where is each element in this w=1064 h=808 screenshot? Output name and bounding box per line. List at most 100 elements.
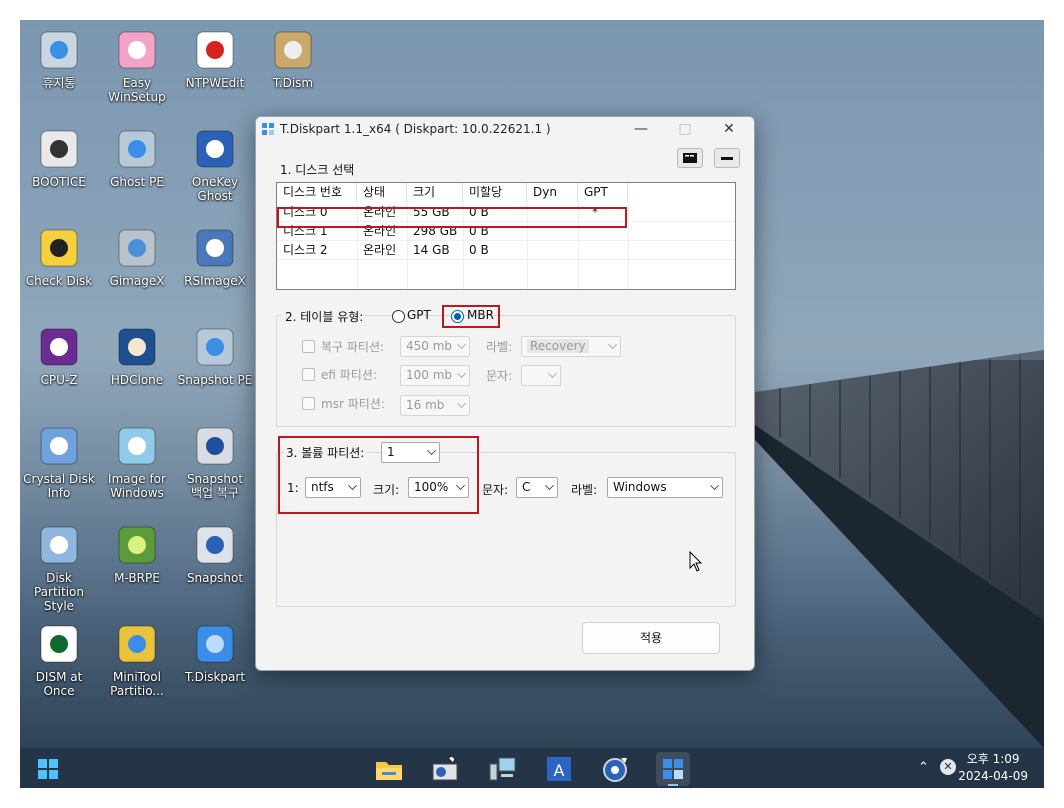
desktop-icon-label: 휴지통 [42, 76, 76, 90]
collapse-button[interactable] [714, 148, 740, 168]
t-diskpart-icon [663, 759, 683, 786]
start-icon [38, 759, 58, 779]
desktop-icon-label: NTPWEdit [185, 76, 245, 90]
desktop-icon[interactable]: Ghost PE [98, 125, 176, 189]
taskbar-a-editor[interactable]: A [542, 752, 576, 786]
efi-size-select[interactable]: 100 mb [400, 365, 470, 386]
desktop-icon[interactable]: DISM at Once [20, 620, 98, 698]
taskbar-onekey-ghost[interactable] [599, 752, 633, 786]
image-for-windows-icon [489, 757, 516, 781]
minimize-button[interactable]: — [619, 117, 663, 143]
desktop-icon[interactable]: BOOTICE [20, 125, 98, 189]
desktop-icon[interactable]: CPU-Z [20, 323, 98, 387]
start-button[interactable] [31, 752, 65, 786]
desktop-icon[interactable]: Snapshot PE [176, 323, 254, 387]
desktop-icon[interactable]: MiniTool Partitio... [98, 620, 176, 698]
msr-size-select[interactable]: 16 mb [400, 395, 470, 416]
apply-button[interactable]: 적용 [582, 622, 720, 654]
recovery-size-select[interactable]: 450 mb [400, 336, 470, 357]
window-title: T.Diskpart 1.1_x64 ( Diskpart: 10.0.2262… [280, 122, 551, 136]
efi-letter-select[interactable] [521, 365, 561, 386]
efi-letter-caption: 문자: [486, 369, 513, 383]
desktop-icon-label: Check Disk [25, 274, 93, 288]
column-header[interactable]: GPT [578, 183, 628, 202]
desktop-icon-label: Image for Windows [108, 472, 166, 500]
clock-date: 2024-04-09 [958, 769, 1028, 783]
disk-cell: 14 GB [413, 243, 450, 257]
section-disk-select: 1. 디스크 선택 [280, 163, 355, 177]
desktop-icon[interactable]: 휴지통 [20, 26, 98, 90]
taskbar-file-explorer[interactable] [372, 752, 406, 786]
msr-size-value: 16 mb [406, 398, 445, 412]
nt-key-icon [196, 31, 234, 69]
gpt-radio[interactable] [392, 310, 405, 323]
drive-letter-select[interactable]: C [516, 477, 558, 498]
desktop-icon-label: BOOTICE [32, 175, 86, 189]
highlight-disk0 [277, 207, 627, 228]
console-button[interactable] [677, 148, 703, 168]
drive-clock-icon [196, 328, 234, 366]
tray-network-off-icon[interactable]: ✕ [940, 759, 956, 775]
snapshot-icon [432, 755, 458, 781]
maximize-button[interactable]: □ [663, 117, 707, 143]
column-header[interactable]: Dyn [527, 183, 578, 202]
volume-label-select[interactable]: Windows [607, 477, 723, 498]
tiles-icon [196, 625, 234, 663]
disk-list-header: 디스크 번호 상태 크기 미할당 Dyn GPT [277, 183, 735, 202]
desktop-icon[interactable]: Crystal Disk Info [20, 422, 98, 500]
desktop-icon[interactable]: Image for Windows [98, 422, 176, 500]
desktop-icon[interactable]: Snapshot [176, 521, 254, 585]
desktop-icon[interactable]: Check Disk [20, 224, 98, 288]
efi-checkbox[interactable] [302, 368, 315, 381]
desktop-icon-label: HDClone [110, 373, 164, 387]
column-header[interactable]: 디스크 번호 [277, 183, 357, 202]
d-letter-icon [40, 625, 78, 663]
column-header[interactable]: 미할당 [463, 183, 527, 202]
desktop-icon[interactable]: T.Diskpart [176, 620, 254, 684]
column-header[interactable]: 크기 [407, 183, 463, 202]
maximize-icon: □ [678, 121, 692, 137]
desktop-icon[interactable]: M-BRPE [98, 521, 176, 585]
disk-row[interactable]: 디스크 2 온라인 14 GB 0 B [277, 241, 735, 260]
msr-partition-label: msr 파티션: [321, 397, 385, 411]
desktop-icon-label: Easy WinSetup [108, 76, 166, 104]
taskbar-snapshot[interactable] [428, 752, 462, 786]
recovery-checkbox[interactable] [302, 340, 315, 353]
desktop-icon[interactable]: HDClone [98, 323, 176, 387]
highlight-mbr [442, 305, 500, 328]
desktop-icon-label: Snapshot [186, 571, 244, 585]
drives-arrow-icon [118, 229, 156, 267]
desktop-icon[interactable]: Disk Partition Style [20, 521, 98, 613]
msr-checkbox[interactable] [302, 397, 315, 410]
desktop-icon[interactable]: RSImageX [176, 224, 254, 288]
desktop-icon[interactable]: NTPWEdit [176, 26, 254, 90]
desktop-icon[interactable]: T.Dism [254, 26, 332, 90]
desktop-icon[interactable]: Snapshot 백업 복구 [176, 422, 254, 500]
computer-gear-icon [196, 229, 234, 267]
highlight-volume [278, 436, 479, 514]
taskbar-image-for-windows[interactable] [485, 752, 519, 786]
desktop-icon[interactable]: OneKey Ghost [176, 125, 254, 203]
taskbar-t-diskpart[interactable] [656, 752, 690, 786]
title-bar[interactable]: T.Diskpart 1.1_x64 ( Diskpart: 10.0.2262… [256, 117, 754, 143]
minimize-icon: — [634, 121, 648, 137]
disk-cell: 온라인 [363, 243, 397, 257]
sna-drive-icon [196, 427, 234, 465]
disk-list[interactable]: 디스크 번호 상태 크기 미할당 Dyn GPT 디스크 0 온라인 55 GB 0 B * 디스크 … [276, 182, 736, 290]
close-button[interactable]: ✕ [707, 117, 751, 143]
recycle-bin-icon [40, 31, 78, 69]
magnifier-disk-icon [40, 526, 78, 564]
mouse-cursor-icon [689, 551, 703, 572]
desktop-icon[interactable]: Easy WinSetup [98, 26, 176, 104]
ghost-gear-icon [196, 130, 234, 168]
desktop-icon-label: Snapshot PE [177, 373, 253, 387]
recovery-label-select[interactable]: Recovery [521, 336, 621, 357]
tray-chevron-up-icon[interactable]: ⌃ [918, 760, 929, 775]
disk-cell [527, 241, 578, 260]
system-clock[interactable]: 오후 1:09 2024-04-09 [958, 751, 1028, 785]
column-header[interactable]: 상태 [357, 183, 407, 202]
desktop-icon[interactable]: GimageX [98, 224, 176, 288]
desktop-icon-label: GimageX [109, 274, 165, 288]
recovery-partition-label: 복구 파티션: [321, 340, 385, 354]
disk-cell: 디스크 2 [283, 243, 328, 257]
